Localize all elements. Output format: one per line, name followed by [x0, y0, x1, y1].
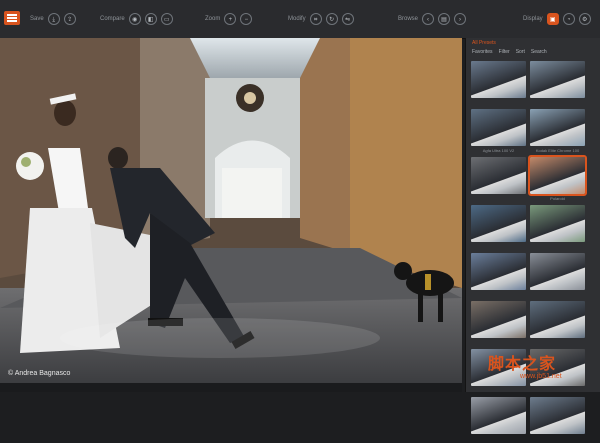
preset-label [471, 292, 526, 297]
settings-icon[interactable]: ⚙ [578, 13, 591, 25]
tab-sort[interactable]: Sort [516, 49, 525, 58]
preset-thumbnail[interactable]: Kodak Elite Chrome 100 [530, 109, 585, 155]
display-label: Display [523, 16, 543, 22]
modify-label: Modify [288, 16, 306, 22]
preset-label [471, 196, 526, 201]
split-view-icon[interactable]: ◧ [144, 13, 157, 25]
panel-title: All Presets [472, 40, 496, 46]
top-toolbar: Save ⤓ ⇪ Compare ◉ ◧ ▭ Zoom + − Modify ⌗… [0, 0, 600, 39]
preset-preview[interactable] [530, 301, 585, 338]
tab-filter[interactable]: Filter [499, 49, 510, 58]
main-photo[interactable] [0, 38, 462, 383]
adjust-panel-icon[interactable]: ◔ [562, 13, 575, 25]
preset-label [471, 436, 526, 441]
preset-preview[interactable] [471, 109, 526, 146]
preset-label [471, 388, 526, 393]
preset-label [530, 388, 585, 393]
display-group: Display ▣ ◔ ⚙ [523, 11, 591, 27]
preset-thumbnail[interactable] [530, 61, 585, 107]
preset-label [530, 244, 585, 249]
preset-preview[interactable] [530, 205, 585, 242]
previous-icon[interactable]: ‹ [422, 13, 435, 25]
preset-label [530, 436, 585, 441]
preset-label: Kodak Elite Chrome 100 [535, 148, 580, 153]
share-icon[interactable]: ⇪ [63, 13, 76, 25]
preset-preview[interactable] [471, 301, 526, 338]
preset-label [471, 100, 526, 105]
preset-thumbnail[interactable] [530, 253, 585, 299]
side-by-side-icon[interactable]: ▭ [160, 13, 173, 25]
preset-preview[interactable] [530, 109, 585, 146]
presets-panel-icon[interactable]: ▣ [546, 13, 559, 25]
compare-label: Compare [100, 16, 125, 22]
preset-thumbnail[interactable] [471, 397, 526, 443]
preset-preview[interactable] [528, 155, 587, 196]
preset-preview[interactable] [530, 61, 585, 98]
panel-tabs: Favorites Filter Sort Search [466, 49, 600, 58]
menu-icon[interactable] [4, 11, 20, 25]
preset-preview[interactable] [471, 157, 526, 194]
crop-icon[interactable]: ⌗ [309, 13, 322, 25]
save-label: Save [30, 16, 44, 22]
photo-credit: © Andrea Bagnasco [8, 370, 71, 377]
preset-thumbnail[interactable] [471, 301, 526, 347]
watermark-url: www.jb51.net [520, 373, 562, 380]
preset-preview[interactable] [471, 253, 526, 290]
preset-thumbnail[interactable] [471, 61, 526, 107]
preset-label [471, 340, 526, 345]
save-group: Save ⤓ ⇪ [30, 11, 76, 27]
preset-label [471, 244, 526, 249]
rotate-icon[interactable]: ↻ [325, 13, 338, 25]
preset-preview[interactable] [530, 253, 585, 290]
flip-icon[interactable]: ⇋ [341, 13, 354, 25]
filmstrip-icon[interactable]: ▤ [438, 13, 451, 25]
save-icon[interactable]: ⤓ [47, 13, 60, 25]
eye-icon[interactable]: ◉ [128, 13, 141, 25]
next-icon[interactable]: › [454, 13, 467, 25]
zoom-in-icon[interactable]: + [224, 13, 237, 25]
preset-thumbnail[interactable]: Agfa Ultra 100 V2 [471, 109, 526, 155]
tab-favorites[interactable]: Favorites [472, 49, 493, 58]
preset-label [530, 340, 585, 345]
zoom-out-icon[interactable]: − [240, 13, 253, 25]
photo-scene [0, 38, 462, 383]
preset-thumbnail[interactable] [530, 205, 585, 251]
preset-thumbnail[interactable] [530, 301, 585, 347]
modify-group: Modify ⌗ ↻ ⇋ [288, 11, 354, 27]
preset-label: Agfa Ultra 100 V2 [482, 148, 515, 153]
preset-thumbnail[interactable] [530, 397, 585, 443]
preset-thumbnail[interactable] [471, 253, 526, 299]
preset-label [530, 100, 585, 105]
watermark-text: 脚本之家 [488, 354, 557, 373]
preset-label [530, 292, 585, 297]
zoom-group: Zoom + − [205, 11, 253, 27]
preset-thumbnail[interactable]: Polaroid [528, 155, 587, 203]
preset-preview[interactable] [471, 61, 526, 98]
status-bar [0, 383, 462, 392]
preset-preview[interactable] [471, 205, 526, 242]
browse-label: Browse [398, 16, 419, 22]
zoom-label: Zoom [205, 16, 221, 22]
panel-header: All Presets [466, 38, 600, 48]
browse-group: Browse ‹ ▤ › [398, 11, 467, 27]
preset-thumbnail[interactable] [471, 205, 526, 251]
tab-search[interactable]: Search [531, 49, 547, 58]
preset-preview[interactable] [471, 397, 526, 434]
preset-thumbnail[interactable] [471, 157, 526, 203]
preset-preview[interactable] [530, 397, 585, 434]
preset-label: Polaroid [550, 196, 565, 201]
compare-group: Compare ◉ ◧ ▭ [100, 11, 173, 27]
presets-panel: All Presets Favorites Filter Sort Search… [465, 38, 600, 434]
